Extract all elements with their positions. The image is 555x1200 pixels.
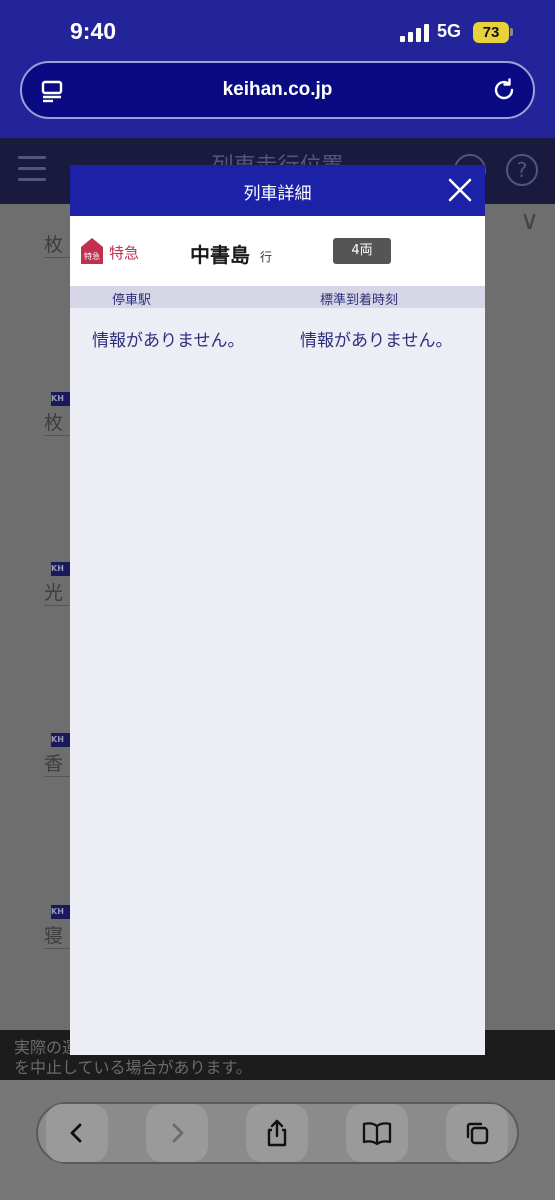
share-icon (267, 1119, 287, 1147)
bg-station-label: 枚 (44, 230, 70, 258)
status-time: 9:40 (70, 18, 117, 44)
url-text[interactable]: keihan.co.jp (22, 79, 533, 101)
modal-title: 列車詳細 (243, 184, 312, 204)
column-time-header: 標準到着時刻 (320, 293, 399, 308)
bg-kh-badge: KH (51, 392, 71, 406)
column-header: 停車駅 標準到着時刻 (70, 286, 485, 308)
browser-toolbar (36, 1102, 519, 1164)
bg-station-label: 枚 (44, 408, 70, 436)
bg-station-label: 光 (44, 578, 70, 606)
no-info-station: 情報がありません。 (92, 331, 245, 351)
bg-kh-badge: KH (51, 905, 71, 919)
train-type: 特急 (109, 244, 140, 262)
signal-icon (400, 24, 430, 42)
notice-line: を中止している場合があります。 (14, 1058, 252, 1077)
reload-icon[interactable] (491, 77, 517, 103)
train-detail-modal: 列車詳細 特急 特急 中書島 行 4両 停車駅 標準到着時刻 情報がありません。… (70, 165, 485, 1055)
close-icon[interactable] (447, 177, 473, 203)
car-count-badge: 4両 (333, 238, 391, 264)
network-type: 5G (437, 21, 462, 41)
battery-icon: 73 (473, 22, 509, 43)
forward-button[interactable] (146, 1104, 208, 1162)
share-button[interactable] (246, 1104, 308, 1162)
column-station-header: 停車駅 (112, 293, 152, 308)
destination-suffix: 行 (260, 250, 273, 264)
train-info-row: 特急 特急 中書島 行 4両 (70, 216, 485, 286)
bookmarks-button[interactable] (346, 1104, 408, 1162)
bg-station-label: 香 (44, 749, 70, 777)
chevron-down-icon[interactable]: ∨ (520, 206, 539, 236)
tabs-icon (466, 1122, 489, 1145)
chevron-left-icon (70, 1123, 82, 1143)
limited-express-badge-icon: 特急 (81, 238, 103, 264)
bg-station-label: 寝 (44, 921, 70, 949)
bg-kh-badge: KH (51, 562, 71, 576)
bg-kh-badge: KH (51, 733, 71, 747)
no-info-time: 情報がありません。 (300, 331, 453, 351)
battery-nub (510, 28, 513, 36)
address-bar[interactable]: keihan.co.jp (20, 61, 535, 119)
destination: 中書島 (190, 243, 250, 267)
status-bar: 9:40 5G 73 (0, 0, 555, 62)
modal-header: 列車詳細 (70, 165, 485, 216)
tabs-button[interactable] (446, 1104, 508, 1162)
help-icon[interactable]: ? (506, 154, 538, 186)
chevron-right-icon (172, 1123, 184, 1143)
book-icon (362, 1122, 392, 1145)
browser-top-chrome: 9:40 5G 73 keihan.co.jp (0, 0, 555, 138)
back-button[interactable] (46, 1104, 108, 1162)
badge-text: 特急 (84, 251, 100, 261)
